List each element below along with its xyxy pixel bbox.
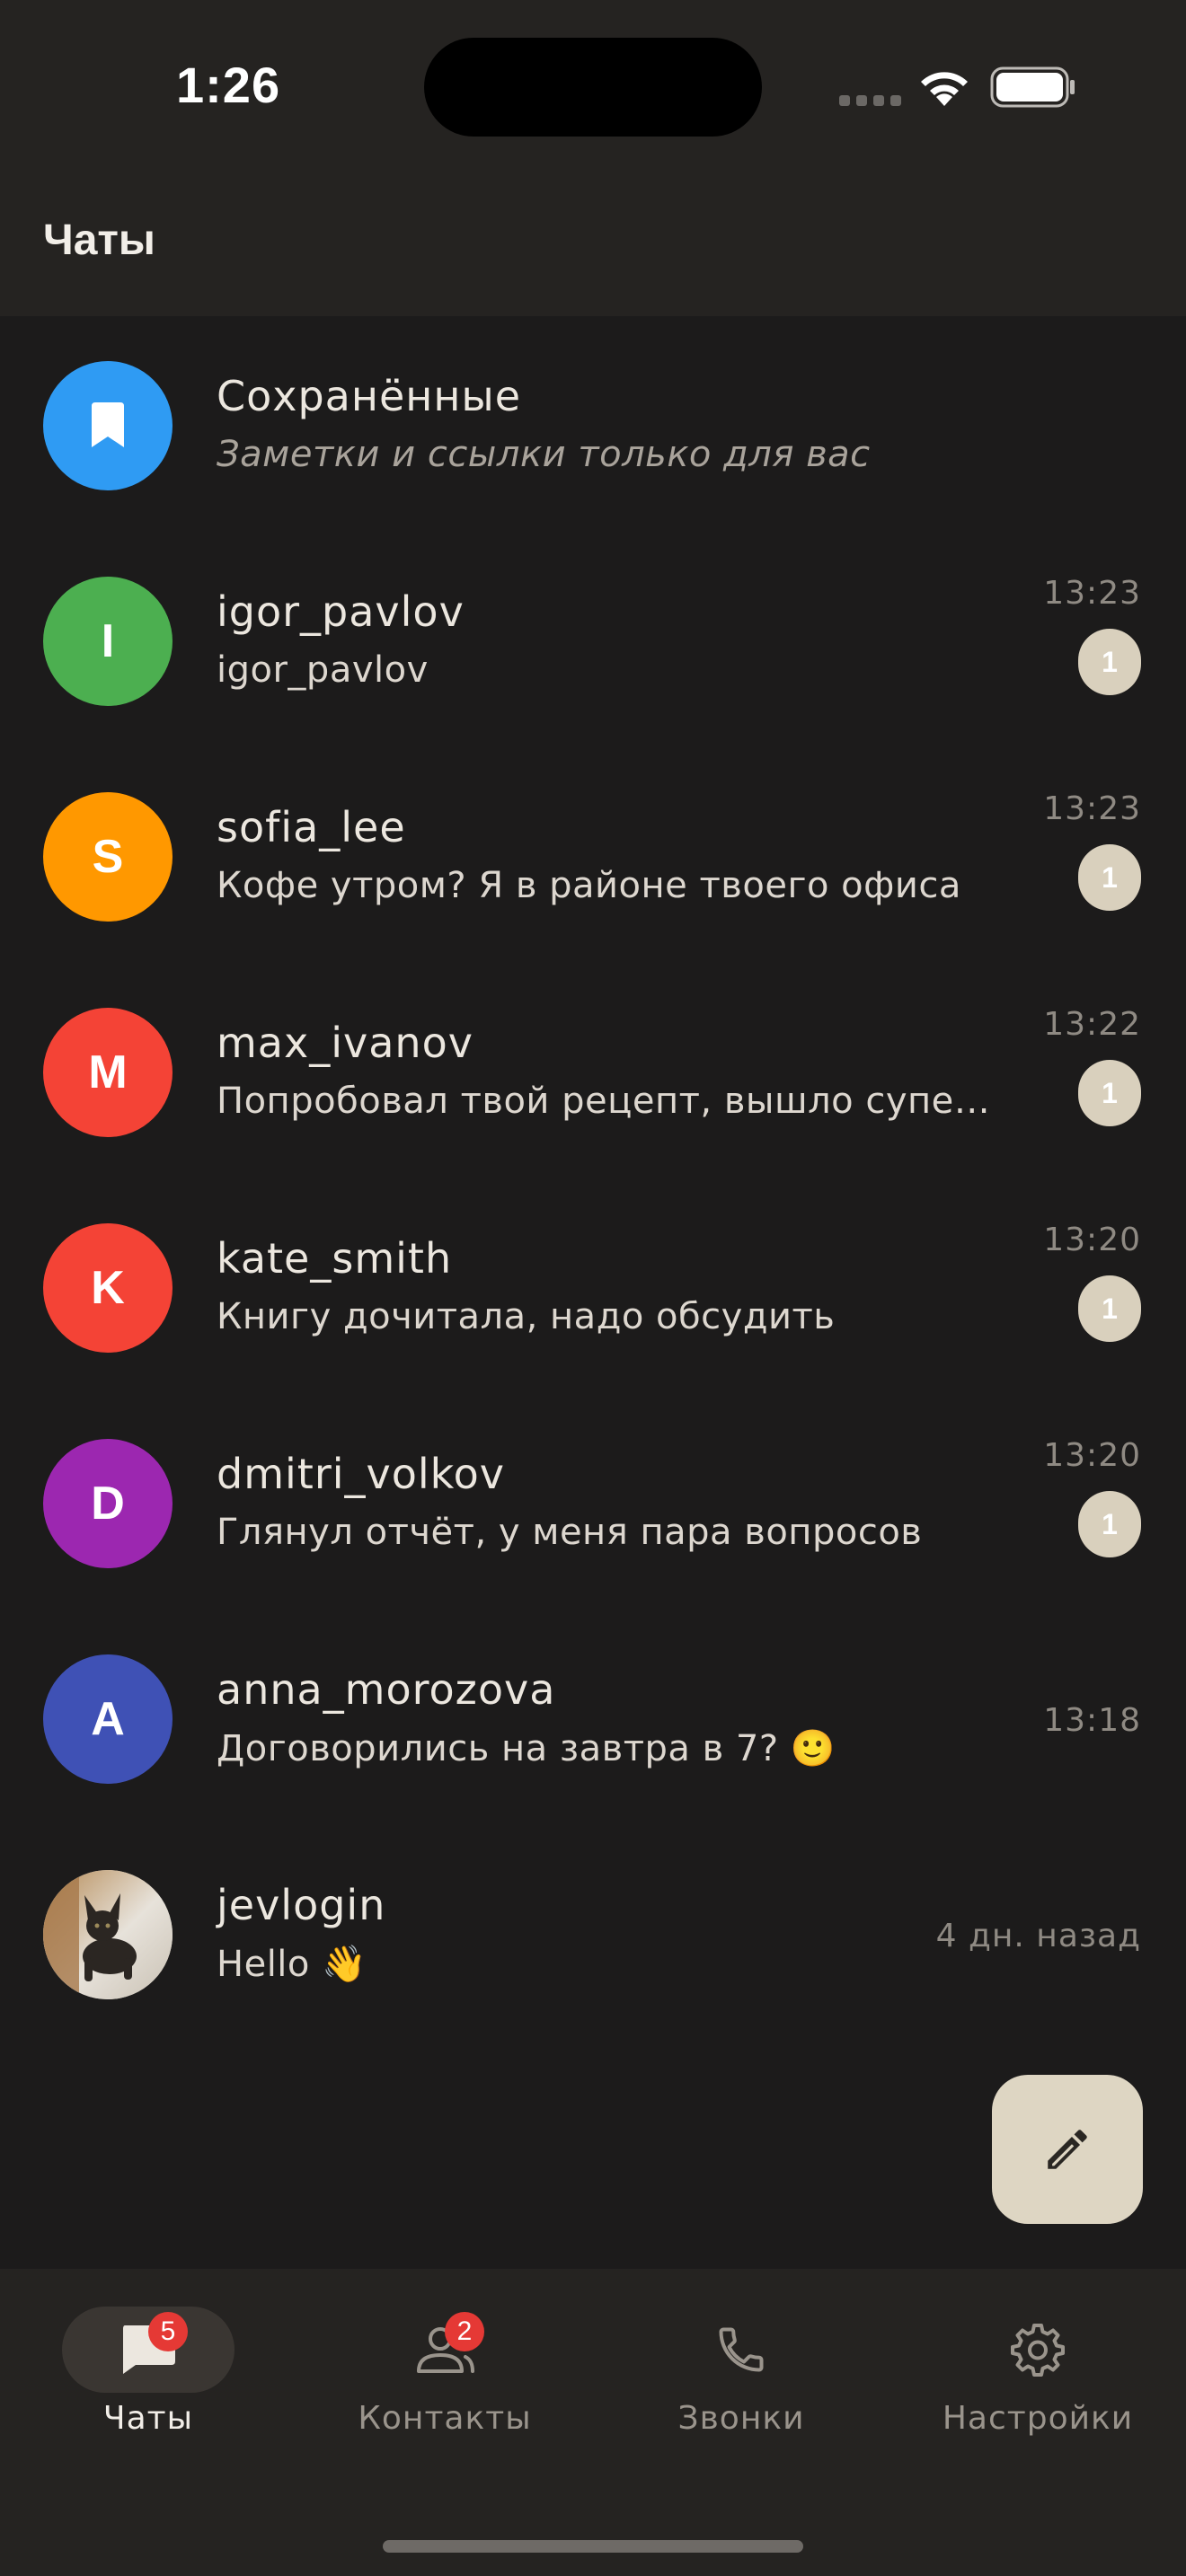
chat-name: igor_pavlov <box>217 587 465 636</box>
avatar-letter: K <box>91 1262 125 1314</box>
cellular-signal-icon <box>839 95 901 106</box>
avatar: M <box>43 1008 173 1137</box>
avatar: A <box>43 1654 173 1784</box>
pencil-icon <box>1048 2130 1087 2169</box>
chat-preview: Кофе утром? Я в районе твоего офиса <box>217 865 961 906</box>
bottom-navigation: 5 Чаты 2 Контакты Звонки Настройки <box>0 2269 1186 2576</box>
avatar-letter: I <box>101 615 115 667</box>
chat-time: 13:20 <box>1043 1437 1141 1474</box>
avatar-letter: A <box>91 1693 125 1745</box>
unread-badge: 1 <box>1078 1275 1141 1342</box>
nav-item-chats[interactable]: 5 Чаты <box>0 2269 296 2448</box>
chat-row[interactable]: K kate_smith Книгу дочитала, надо обсуди… <box>0 1178 1186 1394</box>
nav-pill <box>951 2307 1124 2393</box>
chat-row[interactable]: D dmitri_volkov Глянул отчёт, у меня пар… <box>0 1394 1186 1610</box>
chat-row-saved[interactable]: Сохранённые Заметки и ссылки только для … <box>0 316 1186 532</box>
avatar: S <box>43 792 173 922</box>
chat-row[interactable]: jevlogin Hello 👋 4 дн. назад <box>0 1825 1186 2041</box>
chat-preview: Глянул отчёт, у меня пара вопросов <box>217 1512 923 1553</box>
chat-preview: Договорились на завтра в 7? 🙂 <box>217 1728 836 1769</box>
chat-time: 13:22 <box>1043 1006 1141 1043</box>
chat-name: sofia_lee <box>217 803 406 851</box>
chat-time: 13:23 <box>1043 790 1141 827</box>
avatar-letter: D <box>91 1478 125 1530</box>
unread-badge: 1 <box>1078 629 1141 695</box>
chat-list: Сохранённые Заметки и ссылки только для … <box>0 316 1186 2041</box>
home-indicator <box>383 2540 803 2553</box>
chat-name: jevlogin <box>217 1881 386 1929</box>
nav-pill <box>655 2307 828 2393</box>
chat-row[interactable]: I igor_pavlov igor_pavlov 13:23 1 <box>0 532 1186 747</box>
unread-badge: 1 <box>1078 844 1141 911</box>
chat-row[interactable]: A anna_morozova Договорились на завтра в… <box>0 1610 1186 1825</box>
avatar <box>43 361 173 490</box>
avatar: D <box>43 1439 173 1568</box>
unread-badge: 1 <box>1078 1491 1141 1557</box>
nav-label: Контакты <box>358 2400 532 2437</box>
bookmark-icon <box>92 402 124 447</box>
nav-label: Настройки <box>942 2400 1134 2437</box>
nav-label: Звонки <box>677 2400 805 2437</box>
wifi-icon <box>921 72 968 106</box>
avatar-letter: S <box>92 831 124 883</box>
chat-row[interactable]: M max_ivanov Попробовал твой рецепт, выш… <box>0 963 1186 1178</box>
nav-label: Чаты <box>102 2400 194 2437</box>
avatar <box>43 1870 173 1999</box>
chat-preview: Книгу дочитала, надо обсудить <box>217 1296 836 1337</box>
avatar: K <box>43 1223 173 1353</box>
phone-icon <box>719 2327 764 2372</box>
page-title: Чаты <box>43 216 155 264</box>
chat-name: anna_morozova <box>217 1665 556 1714</box>
avatar-letter: M <box>88 1046 128 1098</box>
chat-preview: igor_pavlov <box>217 649 429 691</box>
chat-time: 13:23 <box>1043 575 1141 612</box>
chat-name: max_ivanov <box>217 1019 474 1067</box>
nav-item-calls[interactable]: Звонки <box>593 2269 890 2448</box>
dynamic-island <box>424 38 762 137</box>
nav-badge: 2 <box>445 2312 484 2351</box>
avatar: I <box>43 577 173 706</box>
chat-preview: Заметки и ссылки только для вас <box>217 434 871 475</box>
chat-time: 13:18 <box>1043 1702 1141 1739</box>
chat-name: Сохранённые <box>217 372 522 420</box>
chat-time: 4 дн. назад <box>935 1918 1141 1954</box>
unread-badge: 1 <box>1078 1060 1141 1126</box>
nav-pill: 2 <box>358 2307 531 2393</box>
chat-preview: Попробовал твой рецепт, вышло супер… <box>217 1081 1007 1122</box>
chat-row[interactable]: S sofia_lee Кофе утром? Я в районе твоег… <box>0 747 1186 963</box>
status-time: 1:26 <box>176 57 281 113</box>
chat-preview: Hello 👋 <box>217 1944 367 1985</box>
nav-item-contacts[interactable]: 2 Контакты <box>296 2269 593 2448</box>
nav-item-settings[interactable]: Настройки <box>890 2269 1186 2448</box>
nav-pill: 5 <box>62 2307 235 2393</box>
top-bar: 1:26 Чаты <box>0 0 1186 316</box>
battery-icon <box>990 66 1075 108</box>
chat-time: 13:20 <box>1043 1222 1141 1258</box>
cat-photo <box>43 1870 173 1999</box>
chat-name: kate_smith <box>217 1234 453 1283</box>
chat-name: dmitri_volkov <box>217 1450 506 1498</box>
nav-badge: 5 <box>148 2312 188 2351</box>
new-message-button[interactable] <box>992 2075 1143 2224</box>
gear-icon <box>1011 2324 1065 2377</box>
